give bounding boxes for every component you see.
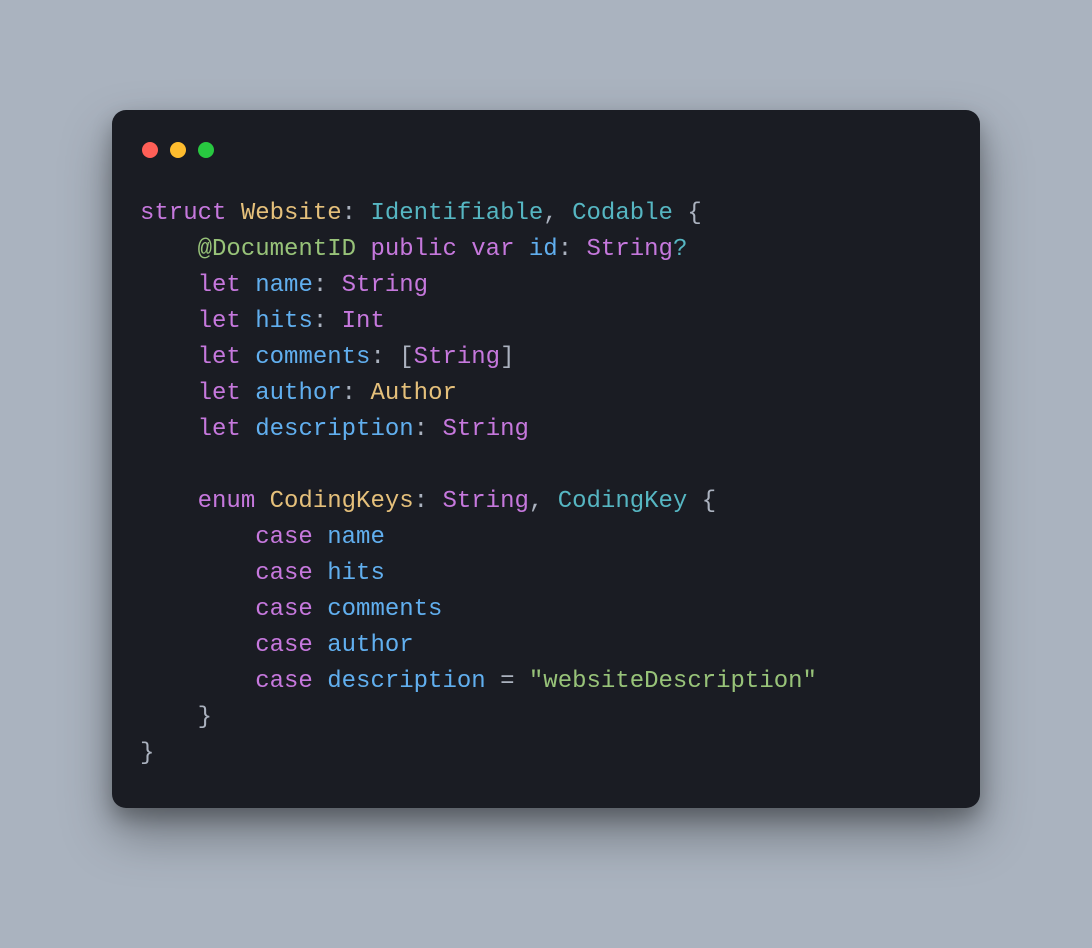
kw-let: let (198, 380, 241, 407)
kw-enum: enum (198, 488, 256, 515)
kw-public: public (370, 236, 456, 263)
equals: = (500, 668, 514, 695)
kw-let: let (198, 308, 241, 335)
prop-hits: hits (255, 308, 313, 335)
minimize-icon[interactable] (170, 142, 186, 158)
comma: , (529, 488, 543, 515)
prop-author: author (255, 380, 341, 407)
open-brace: { (702, 488, 716, 515)
enum-name: CodingKeys (270, 488, 414, 515)
type-string: String (414, 344, 500, 371)
protocol-codable: Codable (572, 200, 673, 227)
kw-let: let (198, 272, 241, 299)
kw-case: case (255, 668, 313, 695)
prop-name: name (255, 272, 313, 299)
case-description-raw: "websiteDescription" (529, 668, 817, 695)
kw-case: case (255, 596, 313, 623)
kw-struct: struct (140, 200, 226, 227)
colon: : (313, 272, 327, 299)
prop-description: description (255, 416, 413, 443)
code-block: struct Website: Identifiable, Codable { … (140, 196, 952, 772)
case-name: name (327, 524, 385, 551)
comma: , (543, 200, 557, 227)
optional-mark: ? (673, 236, 687, 263)
case-description: description (327, 668, 485, 695)
struct-name: Website (241, 200, 342, 227)
close-brace: } (140, 740, 154, 767)
kw-let: let (198, 344, 241, 371)
kw-case: case (255, 524, 313, 551)
type-author: Author (370, 380, 456, 407)
case-comments: comments (327, 596, 442, 623)
type-string: String (342, 272, 428, 299)
case-author: author (327, 632, 413, 659)
open-brace: { (687, 200, 701, 227)
prop-comments: comments (255, 344, 370, 371)
zoom-icon[interactable] (198, 142, 214, 158)
kw-let: let (198, 416, 241, 443)
colon: : (558, 236, 572, 263)
colon: : (414, 488, 428, 515)
attr-documentid: @DocumentID (198, 236, 356, 263)
type-string: String (587, 236, 673, 263)
close-brace: } (198, 704, 212, 731)
rbracket: ] (500, 344, 514, 371)
protocol-codingkey: CodingKey (558, 488, 688, 515)
kw-case: case (255, 632, 313, 659)
close-icon[interactable] (142, 142, 158, 158)
enum-rawtype: String (442, 488, 528, 515)
kw-var: var (471, 236, 514, 263)
colon: : (414, 416, 428, 443)
protocol-identifiable: Identifiable (370, 200, 543, 227)
colon: : (342, 380, 356, 407)
window-controls (140, 138, 952, 158)
kw-case: case (255, 560, 313, 587)
colon: : (342, 200, 356, 227)
code-window: struct Website: Identifiable, Codable { … (112, 110, 980, 808)
lbracket: [ (399, 344, 413, 371)
type-int: Int (342, 308, 385, 335)
colon: : (313, 308, 327, 335)
prop-id: id (529, 236, 558, 263)
case-hits: hits (327, 560, 385, 587)
colon: : (370, 344, 384, 371)
type-string: String (442, 416, 528, 443)
